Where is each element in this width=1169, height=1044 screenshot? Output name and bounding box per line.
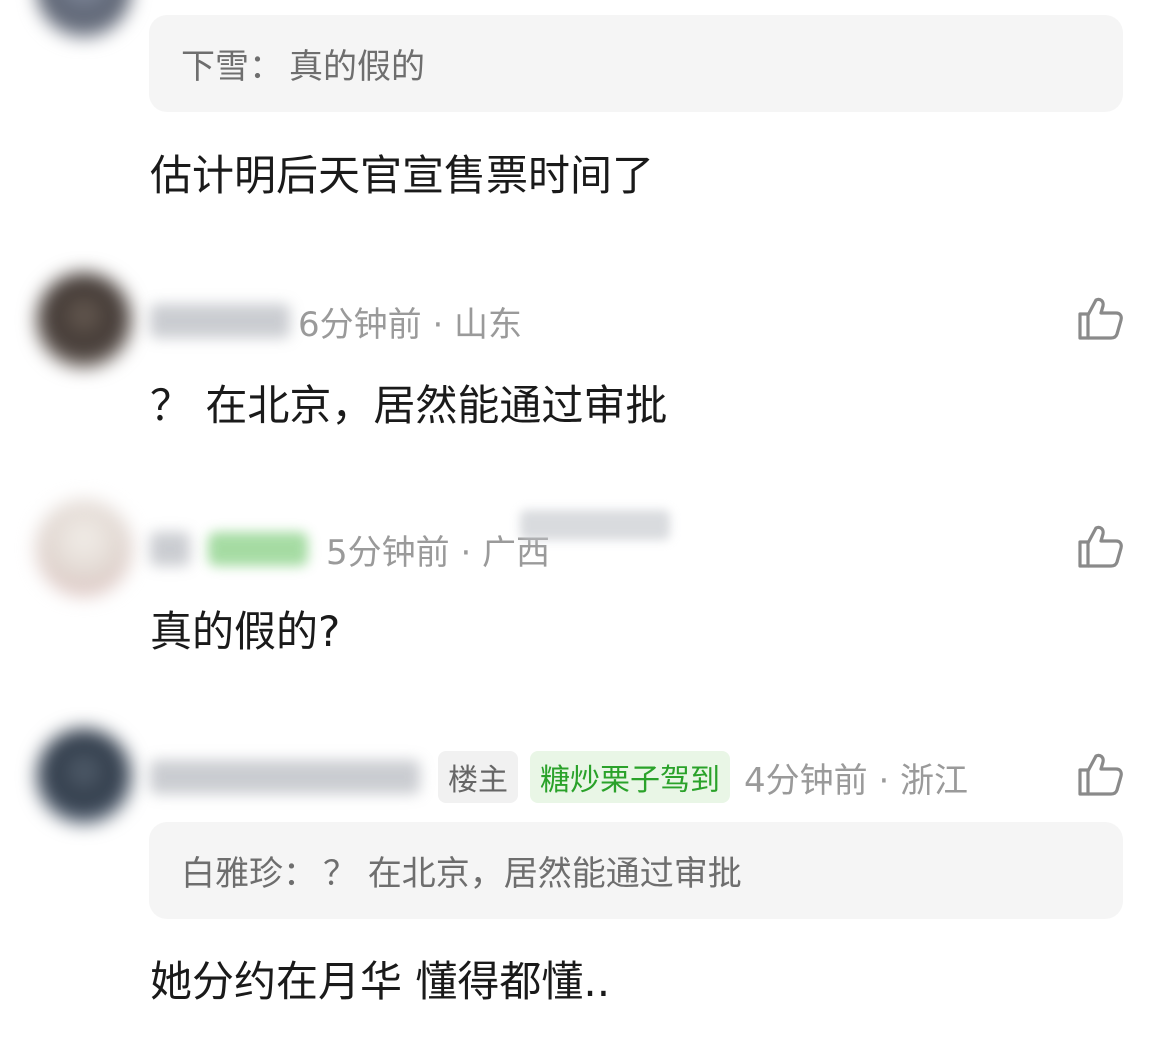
quote-separator: ： xyxy=(249,47,283,87)
thumbs-up-icon[interactable] xyxy=(1076,750,1124,798)
comment-text: ？ 在北京，居然能通过审批 xyxy=(150,381,668,430)
comment-meta: 楼主 糖炒栗子驾到 4分钟前 · 浙江 xyxy=(150,751,969,803)
comment-meta: 5分钟前 · 广西 xyxy=(150,524,550,574)
comment-thread: 下雪 ： 真的假的 估计明后天官宣售票时间了 6分钟前 · 山东 ？ 在北京，居… xyxy=(0,0,1169,1044)
quoted-reply: 下雪 ： 真的假的 xyxy=(149,15,1123,112)
comment-meta: 6分钟前 · 山东 xyxy=(150,296,522,346)
timestamp-location: 4分钟前 · 浙江 xyxy=(744,760,969,801)
username-blurred[interactable] xyxy=(150,304,290,338)
avatar[interactable] xyxy=(36,728,132,824)
timestamp-location: 6分钟前 · 山东 xyxy=(298,304,523,345)
quote-author: 下雪 xyxy=(181,47,249,87)
comment-text: 估计明后天官宣售票时间了 xyxy=(150,151,655,200)
fan-badge[interactable]: 糖炒栗子驾到 xyxy=(530,751,730,803)
quote-text: 真的假的 xyxy=(289,47,425,87)
comment-text: 真的假的? xyxy=(150,607,341,656)
username-blurred[interactable] xyxy=(150,532,190,566)
thumbs-up-icon[interactable] xyxy=(1076,294,1124,342)
username-blurred[interactable] xyxy=(150,760,420,794)
avatar[interactable] xyxy=(36,0,132,38)
quoted-reply: 白雅珍 ： ？ 在北京，居然能通过审批 xyxy=(149,822,1123,919)
timestamp-location: 5分钟前 · 广西 xyxy=(326,532,551,573)
quote-separator: ： xyxy=(283,854,317,894)
user-badge-blurred xyxy=(208,532,308,566)
quote-author: 白雅珍 xyxy=(181,854,283,894)
owner-tag: 楼主 xyxy=(438,751,518,803)
thumbs-up-icon[interactable] xyxy=(1076,522,1124,570)
comment-text: 她分约在月华 懂得都懂.. xyxy=(150,957,611,1006)
avatar[interactable] xyxy=(36,500,132,596)
avatar[interactable] xyxy=(36,272,132,368)
quote-text: ？ 在北京，居然能通过审批 xyxy=(323,854,742,894)
blurred-artifact xyxy=(520,510,670,540)
